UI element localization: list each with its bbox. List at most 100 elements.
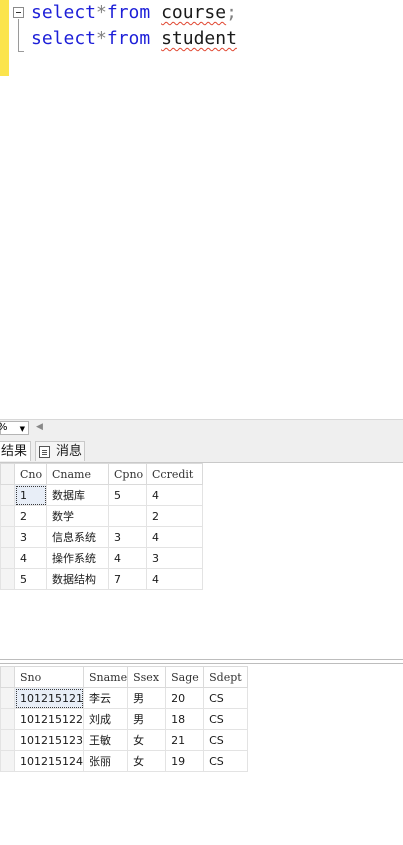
cell-sage[interactable]: 20: [165, 687, 205, 709]
cell-sno[interactable]: 101215123: [14, 729, 84, 751]
cell-sage[interactable]: 21: [165, 729, 205, 751]
column-header-sage[interactable]: Sage: [165, 666, 205, 688]
cell-cpno[interactable]: 3: [108, 526, 147, 548]
row-selector[interactable]: [0, 484, 15, 506]
cell-cpno[interactable]: [108, 505, 147, 527]
cell-ccredit[interactable]: 2: [146, 505, 203, 527]
cell-cname[interactable]: 操作系统: [46, 547, 109, 569]
row-selector[interactable]: [0, 687, 15, 709]
results-tab-strip: 结果 消息: [0, 437, 403, 463]
column-header-cpno[interactable]: Cpno: [108, 463, 147, 485]
column-header-ssex[interactable]: Ssex: [127, 666, 167, 688]
cell-sname[interactable]: 李云: [82, 687, 129, 709]
keyword-select: select: [31, 28, 97, 49]
tab-results[interactable]: 结果: [0, 441, 31, 461]
cell-ccredit[interactable]: 4: [146, 526, 203, 548]
table-row[interactable]: 1 数据库 5 4: [0, 484, 203, 506]
cell-sdept[interactable]: CS: [203, 729, 249, 751]
course-results-grid[interactable]: Cno Cname Cpno Ccredit 1 数据库 5 4 2 数学 2 …: [0, 463, 203, 590]
code-line-2[interactable]: select*from student: [31, 28, 237, 50]
operator-star: *: [96, 2, 107, 23]
tab-messages[interactable]: 消息: [35, 441, 85, 461]
cell-cname[interactable]: 数据库: [46, 484, 109, 506]
cell-sage[interactable]: 18: [165, 708, 205, 730]
cell-cno[interactable]: 1: [14, 484, 47, 506]
zoom-value: %: [0, 422, 8, 434]
cell-cno[interactable]: 5: [14, 568, 47, 590]
grid-header-row: Sno Sname Ssex Sage Sdept: [0, 666, 249, 688]
outline-guide: [18, 19, 19, 51]
column-header-cname[interactable]: Cname: [46, 463, 109, 485]
cell-sdept[interactable]: CS: [203, 687, 249, 709]
cell-cno[interactable]: 4: [14, 547, 47, 569]
keyword-select: select: [31, 2, 97, 23]
row-header-corner[interactable]: [0, 463, 15, 485]
column-header-ccredit[interactable]: Ccredit: [146, 463, 203, 485]
outline-guide-end: [18, 51, 24, 52]
cell-cno[interactable]: 2: [14, 505, 47, 527]
cell-sname[interactable]: 张丽: [82, 750, 129, 772]
statement-terminator: ;: [226, 2, 237, 23]
table-identifier: student: [161, 28, 237, 49]
cell-sno[interactable]: 101215124: [14, 750, 84, 772]
change-margin-indicator: [0, 0, 9, 76]
cell-sdept[interactable]: CS: [203, 708, 249, 730]
cell-ssex[interactable]: 女: [127, 729, 167, 751]
keyword-from: from: [106, 2, 151, 23]
row-selector[interactable]: [0, 505, 15, 527]
table-row[interactable]: 3 信息系统 3 4: [0, 526, 203, 548]
chevron-down-icon[interactable]: ▼: [20, 423, 25, 435]
code-line-1[interactable]: select*from course;: [31, 2, 237, 24]
zoom-bar: % ▼ ◀: [0, 419, 403, 437]
cell-sno[interactable]: 101215122: [14, 708, 84, 730]
zoom-select[interactable]: % ▼: [0, 421, 29, 435]
grid-header-row: Cno Cname Cpno Ccredit: [0, 463, 203, 485]
cell-cname[interactable]: 数据结构: [46, 568, 109, 590]
table-row[interactable]: 5 数据结构 7 4: [0, 568, 203, 590]
cell-ssex[interactable]: 女: [127, 750, 167, 772]
cell-cpno[interactable]: 5: [108, 484, 147, 506]
column-header-sno[interactable]: Sno: [14, 666, 84, 688]
cell-cpno[interactable]: 7: [108, 568, 147, 590]
cell-cname[interactable]: 信息系统: [46, 526, 109, 548]
cell-ssex[interactable]: 男: [127, 708, 167, 730]
table-row[interactable]: 4 操作系统 4 3: [0, 547, 203, 569]
cell-sno[interactable]: 101215121: [14, 687, 84, 709]
collapse-toggle-icon[interactable]: [13, 7, 24, 18]
row-selector[interactable]: [0, 568, 15, 590]
table-row[interactable]: 2 数学 2: [0, 505, 203, 527]
table-row[interactable]: 101215124 张丽 女 19 CS: [0, 750, 249, 772]
query-editor[interactable]: select*from course; select*from student: [0, 0, 403, 412]
scroll-left-icon[interactable]: ◀: [36, 422, 43, 432]
results-splitter[interactable]: [0, 659, 403, 664]
cell-ccredit[interactable]: 4: [146, 568, 203, 590]
cell-sdept[interactable]: CS: [203, 750, 249, 772]
operator-star: *: [96, 28, 107, 49]
table-row[interactable]: 101215122 刘成 男 18 CS: [0, 708, 249, 730]
keyword-from: from: [106, 28, 151, 49]
row-selector[interactable]: [0, 750, 15, 772]
row-header-corner[interactable]: [0, 666, 15, 688]
cell-ccredit[interactable]: 4: [146, 484, 203, 506]
column-header-sname[interactable]: Sname: [82, 666, 129, 688]
row-selector[interactable]: [0, 526, 15, 548]
cell-cname[interactable]: 数学: [46, 505, 109, 527]
cell-cpno[interactable]: 4: [108, 547, 147, 569]
row-selector[interactable]: [0, 547, 15, 569]
cell-ssex[interactable]: 男: [127, 687, 167, 709]
table-identifier: course: [161, 2, 227, 23]
tab-results-label: 结果: [1, 444, 28, 459]
student-results-grid[interactable]: Sno Sname Ssex Sage Sdept 101215121 李云 男…: [0, 666, 249, 772]
messages-icon: [39, 446, 50, 458]
row-selector[interactable]: [0, 729, 15, 751]
table-row[interactable]: 101215123 王敏 女 21 CS: [0, 729, 249, 751]
cell-ccredit[interactable]: 3: [146, 547, 203, 569]
table-row[interactable]: 101215121 李云 男 20 CS: [0, 687, 249, 709]
column-header-cno[interactable]: Cno: [14, 463, 47, 485]
cell-cno[interactable]: 3: [14, 526, 47, 548]
row-selector[interactable]: [0, 708, 15, 730]
column-header-sdept[interactable]: Sdept: [203, 666, 249, 688]
cell-sname[interactable]: 刘成: [82, 708, 129, 730]
cell-sage[interactable]: 19: [165, 750, 205, 772]
cell-sname[interactable]: 王敏: [82, 729, 129, 751]
